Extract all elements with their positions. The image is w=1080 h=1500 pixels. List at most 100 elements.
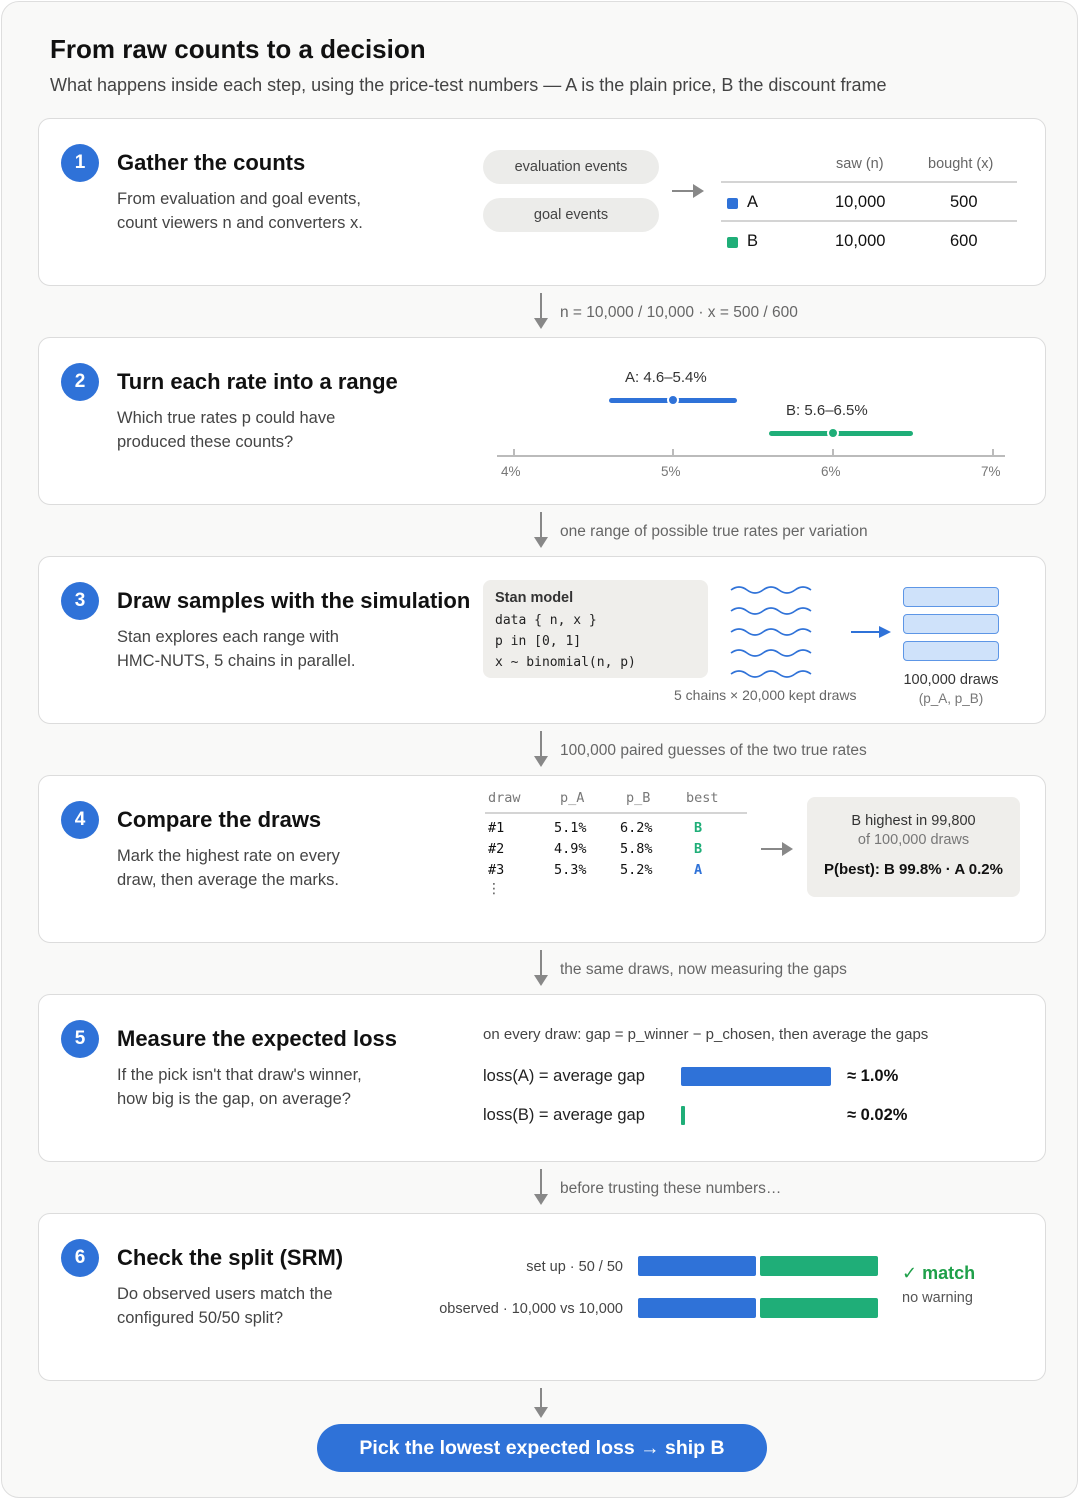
description-line: draw, then average the marks. <box>117 871 339 889</box>
table-cell: B <box>747 232 759 250</box>
draws-stack-item <box>903 587 999 607</box>
step-number: 3 <box>61 582 99 620</box>
interval-a-point <box>667 394 679 406</box>
col-header-bought: bought (x) <box>928 156 994 172</box>
description-line: From evaluation and goal events, <box>117 190 361 208</box>
srm-setup-bar-b <box>760 1256 878 1276</box>
axis-tick-label: 7% <box>981 464 1001 479</box>
interval-b-point <box>827 427 839 439</box>
loss-a-value: ≈ 1.0% <box>847 1067 899 1085</box>
table-cell: #1 <box>488 820 505 836</box>
step-description: Mark the highest rate on every draw, the… <box>117 844 340 892</box>
variant-a-swatch <box>727 198 738 209</box>
axis-tick <box>513 449 515 456</box>
description-line: Stan explores each range with <box>117 628 339 646</box>
gap-formula: on every draw: gap = p_winner − p_chosen… <box>483 1026 929 1043</box>
col-header-pa: p_A <box>560 790 585 806</box>
ship-decision-button[interactable]: Pick the lowest expected loss → ship B <box>317 1424 767 1472</box>
more-rows-indicator: ⋮ <box>487 880 501 896</box>
description-line: If the pick isn't that draw's winner, <box>117 1066 362 1084</box>
srm-setup-label: set up · 50 / 50 <box>526 1259 623 1275</box>
connector-label: one range of possible true rates per var… <box>560 523 868 540</box>
connector-arrow-icon <box>530 512 552 550</box>
srm-observed-bar-a <box>638 1298 756 1318</box>
code-line: p in [0, 1] <box>495 634 582 649</box>
page-subtitle: What happens inside each step, using the… <box>50 75 887 95</box>
description-line: Which true rates p could have <box>117 409 336 427</box>
description-line: count viewers n and converters x. <box>117 214 363 232</box>
step-number: 2 <box>61 363 99 401</box>
table-cell: 500 <box>950 193 978 211</box>
loss-b-bar <box>681 1106 685 1125</box>
loss-a-bar <box>681 1067 831 1086</box>
axis-tick <box>992 449 994 456</box>
step-number: 4 <box>61 801 99 839</box>
srm-setup-bar-a <box>638 1256 756 1276</box>
col-header-pb: p_B <box>626 790 651 806</box>
interval-b-label: B: 5.6–6.5% <box>786 402 868 419</box>
step-title: Gather the counts <box>117 150 306 175</box>
connector-label: before trusting these numbers… <box>560 1180 782 1197</box>
table-cell: 10,000 <box>835 193 886 211</box>
arrow-right-icon <box>672 184 704 198</box>
arrow-right-icon <box>761 842 793 856</box>
chains-wave-icon <box>730 586 812 678</box>
interval-b-bar <box>769 431 913 436</box>
table-cell-best: A <box>694 862 703 878</box>
evaluation-events-pill: evaluation events <box>483 150 659 184</box>
table-divider <box>485 812 747 814</box>
result-line: B highest in 99,800 <box>851 813 976 829</box>
connector-label: 100,000 paired guesses of the two true r… <box>560 742 867 759</box>
step-title: Draw samples with the simulation <box>117 588 471 613</box>
connector-label: n = 10,000 / 10,000 · x = 500 / 600 <box>560 304 798 321</box>
table-cell: 10,000 <box>835 232 886 250</box>
table-cell: 5.1% <box>554 820 587 836</box>
loss-b-label: loss(B) = average gap <box>483 1106 645 1124</box>
col-header-draw: draw <box>488 790 521 806</box>
table-divider <box>721 181 1017 183</box>
axis-tick-label: 6% <box>821 464 841 479</box>
description-line: HMC-NUTS, 5 chains in parallel. <box>117 652 356 670</box>
srm-status-sub: no warning <box>902 1290 973 1306</box>
table-cell: 5.8% <box>620 841 653 857</box>
probability-best-summary: P(best): B 99.8% · A 0.2% <box>824 861 1003 878</box>
axis-tick-label: 5% <box>661 464 681 479</box>
step-title: Measure the expected loss <box>117 1026 398 1051</box>
table-divider <box>721 220 1017 222</box>
axis-tick <box>672 449 674 456</box>
step-description: Do observed users match the configured 5… <box>117 1282 333 1330</box>
step-number: 5 <box>61 1020 99 1058</box>
srm-observed-bar-b <box>760 1298 878 1318</box>
step-4-card: 4 Compare the draws Mark the highest rat… <box>38 775 1046 943</box>
description-line: Do observed users match the <box>117 1285 333 1303</box>
rate-axis <box>497 455 1005 457</box>
connector-label: the same draws, now measuring the gaps <box>560 961 847 978</box>
step-2-card: 2 Turn each rate into a range Which true… <box>38 337 1046 505</box>
step-description: If the pick isn't that draw's winner, ho… <box>117 1063 362 1111</box>
code-title: Stan model <box>495 590 574 606</box>
step-5-card: 5 Measure the expected loss If the pick … <box>38 994 1046 1162</box>
page-title: From raw counts to a decision <box>50 34 426 64</box>
description-line: produced these counts? <box>117 433 294 451</box>
axis-tick <box>832 449 834 456</box>
result-line: of 100,000 draws <box>857 832 970 848</box>
description-line: how big is the gap, on average? <box>117 1090 351 1108</box>
description-line: Mark the highest rate on every <box>117 847 340 865</box>
step-title: Compare the draws <box>117 807 322 832</box>
step-description: From evaluation and goal events, count v… <box>117 187 363 235</box>
connector-arrow-icon <box>530 293 552 331</box>
connector-arrow-icon <box>530 1388 552 1420</box>
connector-arrow-icon <box>530 1169 552 1207</box>
goal-events-pill: goal events <box>483 198 659 232</box>
col-header-best: best <box>686 790 719 806</box>
draws-stack-item <box>903 641 999 661</box>
stan-model-code: Stan model data { n, x } p in [0, 1] x ~… <box>483 580 708 678</box>
axis-tick-label: 4% <box>501 464 521 479</box>
table-cell: 600 <box>950 232 978 250</box>
table-cell-best: B <box>694 841 703 857</box>
draws-stack-item <box>903 614 999 634</box>
table-cell: 5.3% <box>554 862 587 878</box>
col-header-saw: saw (n) <box>836 156 884 172</box>
arrow-right-icon <box>851 626 891 638</box>
step-3-card: 3 Draw samples with the simulation Stan … <box>38 556 1046 724</box>
